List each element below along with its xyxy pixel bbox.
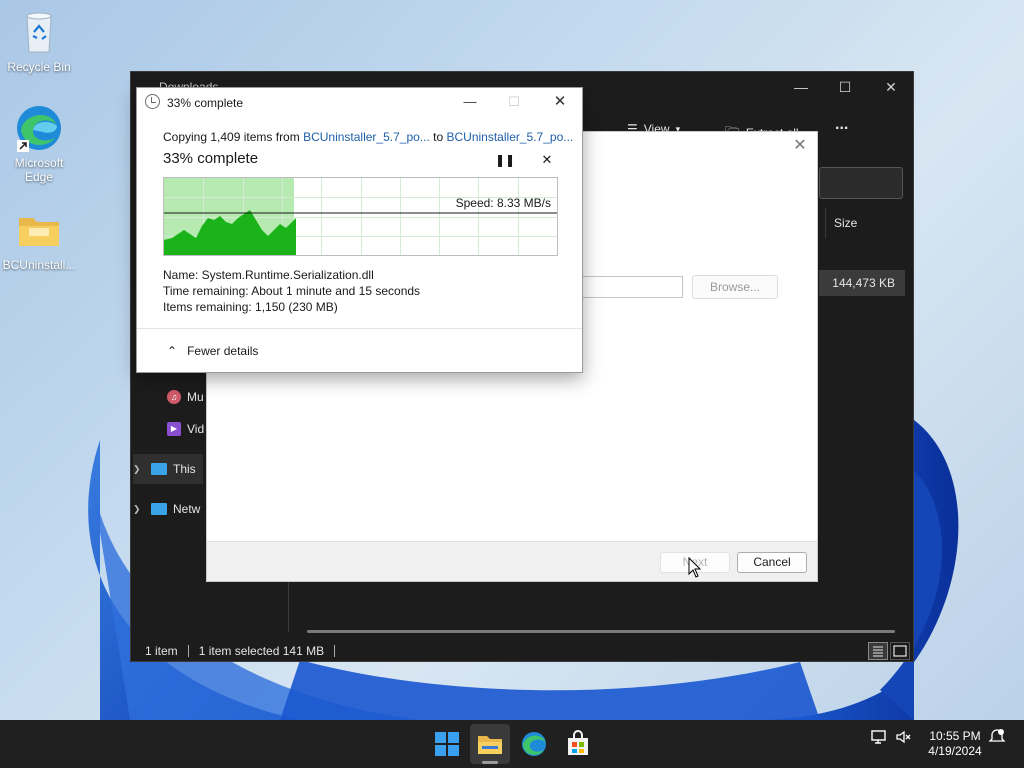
desktop-icon-label: Microsoft Edge bbox=[14, 156, 64, 184]
taskbar-file-explorer[interactable] bbox=[474, 728, 506, 760]
progress-heading: 33% complete bbox=[163, 150, 259, 167]
close-button[interactable]: ✕ bbox=[791, 137, 809, 155]
desktop-icon-label: BCUninstall... bbox=[2, 258, 76, 272]
folder-icon bbox=[478, 736, 502, 754]
items-remaining-detail: Items remaining: 1,150 (230 MB) bbox=[163, 300, 338, 314]
taskbar: 10:55 PM 4/19/2024 bbox=[0, 720, 1024, 768]
copy-summary: Copying 1,409 items from BCUninstaller_5… bbox=[163, 130, 574, 144]
taskbar-store[interactable] bbox=[562, 728, 594, 760]
notification-icon[interactable] bbox=[988, 728, 1006, 749]
nav-item-network[interactable]: ❯ Netw bbox=[133, 494, 200, 524]
wizard-footer: Next Cancel bbox=[207, 541, 817, 581]
desktop-icon-label: Recycle Bin bbox=[7, 60, 71, 74]
cancel-button[interactable]: Cancel bbox=[737, 552, 807, 573]
dialog-divider bbox=[137, 328, 582, 329]
windows-logo-icon bbox=[435, 732, 459, 756]
desktop-icon-bcuninstaller[interactable]: BCUninstall... bbox=[1, 206, 77, 272]
destination-folder-link[interactable]: BCUninstaller_5.7_po... bbox=[447, 130, 574, 144]
videos-icon: ▶ bbox=[167, 422, 181, 436]
status-separator bbox=[187, 645, 189, 657]
desktop-icon-recycle-bin[interactable]: Recycle Bin bbox=[1, 8, 77, 74]
nav-item-videos[interactable]: ▶ Vid bbox=[167, 414, 204, 444]
minimize-button[interactable]: — bbox=[783, 76, 819, 98]
destination-path-field[interactable] bbox=[577, 276, 683, 298]
column-header-size[interactable]: Size bbox=[825, 208, 905, 238]
search-box[interactable] bbox=[819, 167, 903, 199]
network-icon bbox=[151, 503, 167, 515]
maximize-button[interactable]: ☐ bbox=[499, 91, 529, 113]
copy-progress-dialog: 33% complete — ☐ ✕ Copying 1,409 items f… bbox=[136, 87, 583, 373]
pause-icon: ❚❚ bbox=[495, 153, 516, 167]
cancel-copy-button[interactable]: ✕ bbox=[539, 152, 555, 168]
music-icon: ♫ bbox=[167, 390, 181, 404]
folder-icon bbox=[15, 206, 63, 254]
file-name-detail: Name: System.Runtime.Serialization.dll bbox=[163, 268, 374, 282]
store-icon bbox=[568, 730, 588, 755]
file-size-cell: 144,473 KB bbox=[819, 270, 905, 296]
nav-item-this-pc[interactable]: ❯ This bbox=[133, 454, 203, 484]
recycle-bin-icon bbox=[15, 8, 63, 56]
time-remaining-detail: Time remaining: About 1 minute and 15 se… bbox=[163, 284, 421, 298]
horizontal-scrollbar[interactable] bbox=[307, 630, 895, 633]
close-button[interactable]: ✕ bbox=[873, 76, 909, 98]
edge-icon bbox=[15, 104, 63, 152]
edge-icon bbox=[522, 732, 546, 756]
volume-muted-icon[interactable] bbox=[895, 728, 913, 749]
chevron-right-icon: ❯ bbox=[133, 503, 141, 514]
close-icon: ✕ bbox=[541, 152, 553, 167]
pause-button[interactable]: ❚❚ bbox=[495, 152, 515, 168]
browse-button[interactable]: Browse... bbox=[692, 275, 778, 299]
clock-date: 4/19/2024 bbox=[928, 744, 982, 758]
dialog-title: 33% complete bbox=[167, 96, 244, 110]
maximize-button[interactable]: ☐ bbox=[827, 76, 863, 98]
taskbar-edge[interactable] bbox=[518, 728, 550, 760]
chevron-up-icon: ⌃ bbox=[167, 344, 178, 358]
close-button[interactable]: ✕ bbox=[545, 91, 575, 113]
large-icons-view-icon bbox=[893, 645, 907, 657]
clock-time: 10:55 PM bbox=[929, 729, 981, 743]
this-pc-icon bbox=[151, 463, 167, 475]
nav-item-music[interactable]: ♫ Mu bbox=[167, 382, 204, 412]
speed-label: Speed: 8.33 MB/s bbox=[455, 196, 551, 210]
network-status-icon[interactable] bbox=[870, 728, 888, 749]
mouse-cursor bbox=[688, 557, 702, 578]
large-icons-view-button[interactable] bbox=[890, 642, 910, 660]
status-separator bbox=[334, 645, 336, 657]
system-clock[interactable]: 10:55 PM 4/19/2024 bbox=[920, 729, 990, 759]
more-options-button[interactable]: ... bbox=[835, 116, 848, 134]
source-folder-link[interactable]: BCUninstaller_5.7_po... bbox=[303, 130, 430, 144]
minimize-button[interactable]: — bbox=[455, 91, 485, 113]
details-view-icon bbox=[873, 646, 883, 657]
chevron-right-icon: ❯ bbox=[133, 463, 141, 474]
clock-icon bbox=[145, 94, 160, 109]
desktop-icon-edge[interactable]: Microsoft Edge bbox=[1, 104, 77, 184]
transfer-speed-graph: Speed: 8.33 MB/s bbox=[163, 177, 558, 256]
start-button[interactable] bbox=[431, 728, 463, 760]
dialog-titlebar: 33% complete — ☐ ✕ bbox=[137, 88, 582, 116]
running-indicator bbox=[482, 761, 498, 764]
details-view-button[interactable] bbox=[868, 642, 888, 660]
fewer-details-toggle[interactable]: ⌃ Fewer details bbox=[167, 344, 258, 358]
status-bar: 1 item 1 item selected 141 MB bbox=[145, 644, 336, 658]
